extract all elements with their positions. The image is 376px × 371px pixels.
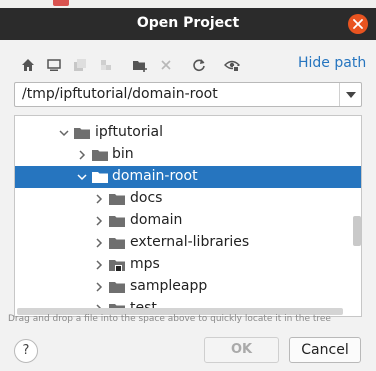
chevron-right-icon[interactable] (93, 281, 105, 293)
vertical-scrollbar[interactable] (353, 216, 361, 246)
path-value: /tmp/ipftutorial/domain-root (22, 86, 218, 102)
ok-button[interactable]: OK (204, 337, 279, 363)
help-button[interactable]: ? (14, 339, 38, 363)
chevron-down-icon[interactable] (76, 171, 88, 183)
dialog-title: Open Project (136, 15, 240, 31)
tree-row-external-libraries[interactable]: external-libraries (15, 232, 361, 254)
tree-row-label: external-libraries (130, 234, 250, 250)
tree-row-domain-root[interactable]: domain-root (15, 166, 361, 188)
home-button[interactable] (18, 55, 38, 75)
cancel-button[interactable]: Cancel (289, 337, 361, 363)
close-button[interactable] (348, 14, 368, 34)
new-folder-button[interactable] (130, 55, 150, 75)
module-button[interactable] (96, 55, 116, 75)
show-hidden-button[interactable] (222, 55, 242, 75)
chevron-right-icon[interactable] (93, 259, 105, 271)
project-folder-icon (109, 260, 125, 272)
open-project-dialog: Open Project Hide path /tmp/ipftutorial/… (0, 8, 376, 371)
new-folder-icon (133, 61, 147, 72)
tree-row-sampleapp[interactable]: sampleapp (15, 276, 361, 298)
tree-row-label: domain (130, 212, 183, 228)
chevron-right-icon[interactable] (93, 193, 105, 205)
home-icon (22, 59, 34, 71)
tree-row-label: ipftutorial (95, 124, 163, 140)
project-button[interactable] (70, 55, 90, 75)
path-input[interactable]: /tmp/ipftutorial/domain-root (14, 82, 362, 107)
drag-drop-hint: Drag and drop a file into the space abov… (8, 314, 331, 324)
delete-icon (161, 60, 171, 70)
background-window (0, 0, 376, 8)
module-icon (101, 60, 111, 70)
desktop-icon (47, 59, 61, 71)
tree-row-label: mps (130, 256, 160, 272)
folder-icon (92, 172, 108, 183)
tree-row-mps[interactable]: mps (15, 254, 361, 276)
chevron-right-icon[interactable] (93, 215, 105, 227)
folder-icon (109, 216, 125, 227)
folder-icon (109, 238, 125, 249)
file-tree[interactable]: ipftutorial bin domain-root docs domain … (14, 115, 362, 317)
project-icon (74, 59, 86, 71)
delete-button[interactable] (156, 55, 176, 75)
refresh-icon (193, 59, 205, 72)
chevron-down-icon (345, 91, 356, 98)
tree-row-label: bin (112, 146, 134, 162)
refresh-button[interactable] (189, 55, 209, 75)
tree-row-domain[interactable]: domain (15, 210, 361, 232)
tree-row-docs[interactable]: docs (15, 188, 361, 210)
path-history-dropdown[interactable] (339, 83, 361, 106)
folder-icon (74, 128, 90, 139)
hide-path-link[interactable]: Hide path (298, 55, 366, 71)
tree-row-label: sampleapp (130, 278, 208, 294)
tree-row-bin[interactable]: bin (15, 144, 361, 166)
folder-icon (109, 194, 125, 205)
chevron-down-icon[interactable] (58, 127, 70, 139)
tree-row-clipped (15, 115, 361, 116)
close-icon (353, 19, 363, 29)
chevron-right-icon[interactable] (76, 149, 88, 161)
chevron-right-icon[interactable] (93, 237, 105, 249)
tree-row-label: domain-root (112, 168, 198, 184)
background-icon (53, 0, 69, 6)
folder-icon (109, 282, 125, 293)
folder-icon (92, 150, 108, 161)
tree-row-ipftutorial[interactable]: ipftutorial (15, 122, 361, 144)
title-bar: Open Project (0, 8, 376, 40)
show-hidden-icon (224, 60, 240, 72)
tree-row-label: docs (130, 190, 163, 206)
desktop-button[interactable] (44, 55, 64, 75)
